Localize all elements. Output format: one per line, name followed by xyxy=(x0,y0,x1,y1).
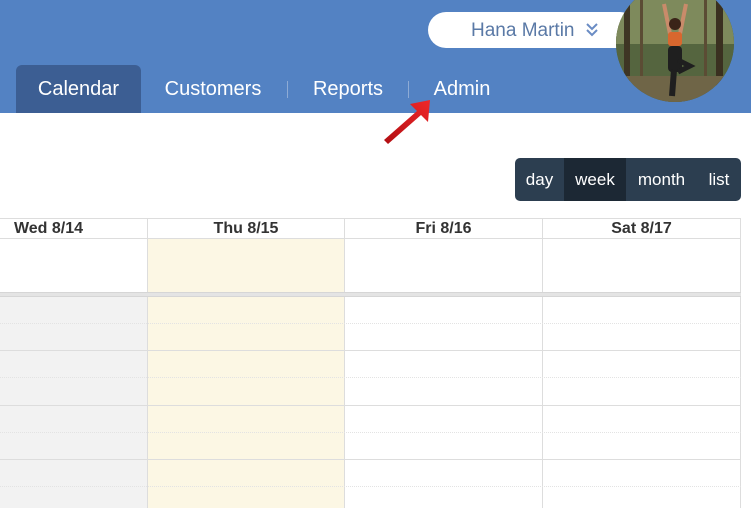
nav-separator xyxy=(287,81,288,98)
view-week-button[interactable]: week xyxy=(564,158,626,201)
user-menu-button[interactable]: Hana Martin xyxy=(428,12,638,48)
nav-tab-customers[interactable]: Customers xyxy=(150,65,276,113)
nav-tab-label: Calendar xyxy=(37,77,120,100)
day-header-label: Sat 8/17 xyxy=(611,219,672,237)
slot-line xyxy=(0,459,741,460)
day-header-sat: Sat 8/17 xyxy=(543,218,741,239)
allday-cell-wed[interactable] xyxy=(0,239,148,292)
slot-line xyxy=(0,350,741,351)
nav-tab-label: Admin xyxy=(433,77,491,100)
nav-tab-label: Customers xyxy=(164,77,262,100)
red-arrow-icon xyxy=(384,100,430,144)
day-column-wed[interactable] xyxy=(0,297,148,508)
allday-cell-thu[interactable] xyxy=(148,239,345,292)
nav-separator xyxy=(408,81,409,98)
slot-line xyxy=(0,432,741,433)
view-month-button[interactable]: month xyxy=(626,158,697,201)
allday-cell-sat[interactable] xyxy=(543,239,741,292)
slot-line xyxy=(0,323,741,324)
user-name: Hana Martin xyxy=(471,20,575,41)
view-list-button[interactable]: list xyxy=(697,158,741,201)
day-header-fri: Fri 8/16 xyxy=(345,218,543,239)
day-header-thu: Thu 8/15 xyxy=(148,218,345,239)
day-header-label: Fri 8/16 xyxy=(415,219,472,237)
day-column-sat[interactable] xyxy=(543,297,741,508)
nav-tab-calendar[interactable]: Calendar xyxy=(16,65,141,113)
slot-line xyxy=(0,377,741,378)
day-header-label: Wed 8/14 xyxy=(13,219,84,237)
slot-line xyxy=(0,405,741,406)
week-calendar: Wed 8/14 Thu 8/15 Fri 8/16 Sat 8/17 xyxy=(0,218,741,508)
allday-cell-fri[interactable] xyxy=(345,239,543,292)
view-switcher: day week month list xyxy=(515,158,741,201)
view-day-button[interactable]: day xyxy=(515,158,564,201)
slot-line xyxy=(0,486,741,487)
nav-tab-label: Reports xyxy=(312,77,384,100)
double-chevron-down-icon xyxy=(586,23,598,37)
day-header-label: Thu 8/15 xyxy=(213,219,279,237)
day-column-fri[interactable] xyxy=(345,297,543,508)
day-column-thu[interactable] xyxy=(148,297,345,508)
day-header-wed: Wed 8/14 xyxy=(0,218,148,239)
